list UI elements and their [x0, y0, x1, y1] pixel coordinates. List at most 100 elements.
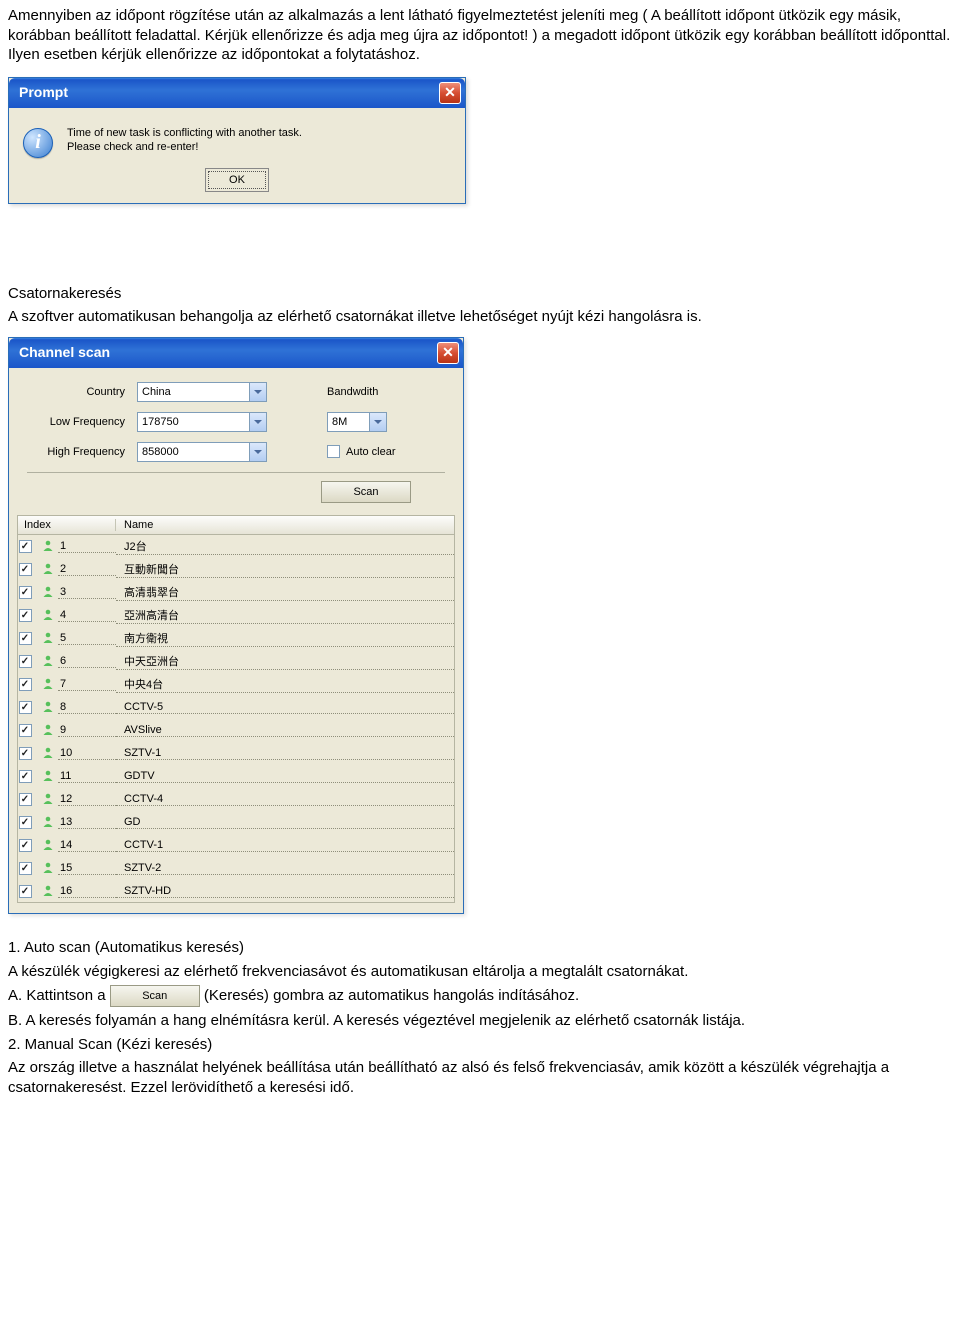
row-index: 9	[58, 724, 116, 737]
channel-icon	[38, 539, 58, 553]
row-index: 7	[58, 678, 116, 691]
label-autoclear: Auto clear	[346, 446, 396, 458]
channel-icon	[38, 746, 58, 760]
row-index: 14	[58, 839, 116, 852]
row-checkbox-wrap	[18, 586, 38, 599]
table-row[interactable]: 16SZTV-HD	[18, 880, 454, 903]
chevron-down-icon	[369, 413, 386, 431]
row-index: 2	[58, 563, 116, 576]
table-row[interactable]: 1J2台	[18, 535, 454, 558]
prompt-title: Prompt	[19, 84, 68, 100]
row-index: 11	[58, 770, 116, 783]
row-checkbox[interactable]	[19, 586, 32, 599]
row-checkbox-wrap	[18, 701, 38, 714]
row-name: 互動新聞台	[116, 561, 454, 578]
row-index: 4	[58, 609, 116, 622]
row-checkbox[interactable]	[19, 793, 32, 806]
row-checkbox[interactable]	[19, 747, 32, 760]
instr-h1: 1. Auto scan (Automatikus keresés)	[8, 938, 952, 958]
label-bandwidth: Bandwdith	[327, 386, 378, 398]
row-name: GDTV	[116, 770, 454, 783]
country-value: China	[142, 386, 171, 398]
row-name: SZTV-2	[116, 862, 454, 875]
instr-lA-pre: A. Kattintson a	[8, 987, 110, 1004]
table-row[interactable]: 6中天亞洲台	[18, 650, 454, 673]
prompt-dialog: Prompt ✕ i Time of new task is conflicti…	[8, 77, 466, 204]
channel-icon	[38, 631, 58, 645]
row-checkbox-wrap	[18, 540, 38, 553]
ok-button[interactable]: OK	[208, 171, 266, 189]
channel-icon	[38, 838, 58, 852]
row-checkbox[interactable]	[19, 678, 32, 691]
table-row[interactable]: 2互動新聞台	[18, 558, 454, 581]
row-checkbox[interactable]	[19, 816, 32, 829]
row-checkbox[interactable]	[19, 839, 32, 852]
row-checkbox[interactable]	[19, 609, 32, 622]
scan-button[interactable]: Scan	[321, 481, 411, 503]
row-name: GD	[116, 816, 454, 829]
country-select[interactable]: China	[137, 382, 267, 402]
row-index: 6	[58, 655, 116, 668]
row-checkbox-wrap	[18, 632, 38, 645]
table-row[interactable]: 4亞洲高清台	[18, 604, 454, 627]
channel-list-header: Index Name	[17, 515, 455, 535]
close-icon: ✕	[442, 344, 454, 361]
channel-list: 1J2台2互動新聞台3高清翡翠台4亞洲高清台5南方衛視6中天亞洲台7中央4台8C…	[17, 535, 455, 903]
instr-l2: Az ország illetve a használat helyének b…	[8, 1058, 952, 1097]
row-checkbox[interactable]	[19, 770, 32, 783]
header-index[interactable]: Index	[18, 519, 116, 531]
table-row[interactable]: 10SZTV-1	[18, 742, 454, 765]
row-checkbox-wrap	[18, 678, 38, 691]
table-row[interactable]: 9AVSlive	[18, 719, 454, 742]
row-name: CCTV-1	[116, 839, 454, 852]
label-lowfreq: Low Frequency	[27, 416, 137, 428]
row-checkbox[interactable]	[19, 563, 32, 576]
bandwidth-value: 8M	[332, 416, 347, 428]
row-checkbox-wrap	[18, 793, 38, 806]
section-heading: Csatornakeresés	[8, 284, 952, 304]
prompt-line1: Time of new task is conflicting with ano…	[67, 126, 302, 141]
scan-close-button[interactable]: ✕	[437, 342, 459, 364]
row-checkbox-wrap	[18, 655, 38, 668]
channel-scan-dialog: Channel scan ✕ Country China Bandwdith L…	[8, 337, 464, 914]
row-checkbox[interactable]	[19, 885, 32, 898]
channel-icon	[38, 861, 58, 875]
row-checkbox[interactable]	[19, 540, 32, 553]
table-row[interactable]: 14CCTV-1	[18, 834, 454, 857]
label-highfreq: High Frequency	[27, 446, 137, 458]
bandwidth-select[interactable]: 8M	[327, 412, 387, 432]
instr-lA-post: (Keresés) gombra az automatikus hangolás…	[204, 987, 579, 1004]
table-row[interactable]: 8CCTV-5	[18, 696, 454, 719]
channel-icon	[38, 677, 58, 691]
table-row[interactable]: 5南方衛視	[18, 627, 454, 650]
highfreq-select[interactable]: 858000	[137, 442, 267, 462]
close-button[interactable]: ✕	[439, 82, 461, 104]
table-row[interactable]: 11GDTV	[18, 765, 454, 788]
row-checkbox[interactable]	[19, 632, 32, 645]
table-row[interactable]: 12CCTV-4	[18, 788, 454, 811]
row-checkbox[interactable]	[19, 701, 32, 714]
row-checkbox-wrap	[18, 747, 38, 760]
table-row[interactable]: 13GD	[18, 811, 454, 834]
table-row[interactable]: 15SZTV-2	[18, 857, 454, 880]
lowfreq-select[interactable]: 178750	[137, 412, 267, 432]
row-checkbox-wrap	[18, 724, 38, 737]
table-row[interactable]: 7中央4台	[18, 673, 454, 696]
inline-scan-button[interactable]: Scan	[110, 985, 200, 1007]
row-name: SZTV-1	[116, 747, 454, 760]
autoclear-checkbox[interactable]	[327, 445, 340, 458]
table-row[interactable]: 3高清翡翠台	[18, 581, 454, 604]
row-checkbox[interactable]	[19, 862, 32, 875]
divider	[27, 472, 445, 473]
info-icon: i	[23, 128, 53, 158]
header-name[interactable]: Name	[116, 519, 454, 531]
lowfreq-value: 178750	[142, 416, 179, 428]
row-name: 亞洲高清台	[116, 607, 454, 624]
channel-icon	[38, 723, 58, 737]
instr-l1: A készülék végigkeresi az elérhető frekv…	[8, 962, 952, 982]
row-checkbox[interactable]	[19, 724, 32, 737]
channel-icon	[38, 884, 58, 898]
row-checkbox[interactable]	[19, 655, 32, 668]
row-checkbox-wrap	[18, 862, 38, 875]
chevron-down-icon	[249, 443, 266, 461]
